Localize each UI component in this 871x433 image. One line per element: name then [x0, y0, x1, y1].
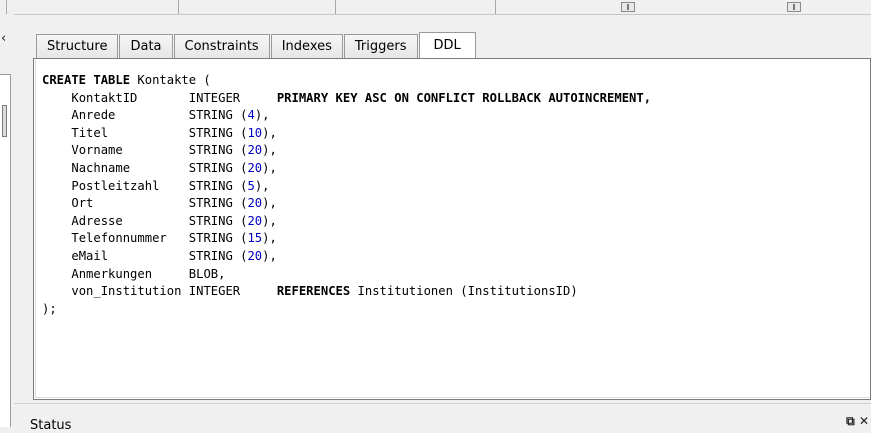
- ddl-column-name: Titel: [71, 125, 189, 140]
- ddl-column-type: STRING (: [188, 178, 248, 193]
- ddl-punct: ),: [254, 108, 270, 123]
- ddl-line: CREATE TABLE Kontakte (: [42, 72, 651, 90]
- ddl-indent: [42, 231, 71, 245]
- panel-controls: ⧉ ✕: [846, 414, 869, 429]
- ddl-code: CREATE TABLE Kontakte ( KontaktID INTEGE…: [42, 72, 651, 318]
- ddl-column-type: INTEGER: [188, 90, 277, 105]
- ddl-column-type: STRING (: [188, 160, 248, 175]
- scroll-thumb-icon[interactable]: [787, 2, 801, 12]
- ddl-line: Telefonnummer STRING (15),: [42, 230, 651, 248]
- ddl-indent: [42, 126, 71, 140]
- ddl-line: Anmerkungen BLOB,: [42, 266, 651, 284]
- ddl-column-name: Anrede: [71, 108, 189, 123]
- ddl-line: Postleitzahl STRING (5),: [42, 178, 651, 196]
- ddl-punct: ),: [262, 248, 277, 263]
- ddl-punct: ),: [262, 160, 277, 175]
- ddl-column-size: 20: [247, 143, 263, 158]
- tab-triggers[interactable]: Triggers: [343, 34, 418, 58]
- status-title: Status: [30, 418, 72, 433]
- ddl-keyword: REFERENCES: [276, 284, 351, 299]
- ddl-column-name: Nachname: [71, 160, 189, 175]
- ddl-punct: ),: [262, 213, 277, 228]
- ddl-column-type: STRING (: [188, 231, 248, 246]
- ddl-column-name: Vorname: [71, 143, 189, 158]
- ddl-editor[interactable]: CREATE TABLE Kontakte ( KontaktID INTEGE…: [33, 58, 871, 400]
- ddl-column-name: von_Institution: [71, 284, 189, 299]
- tab-ddl[interactable]: DDL: [418, 32, 476, 59]
- ddl-line: Vorname STRING (20),: [42, 142, 651, 160]
- ddl-indent: [42, 214, 71, 228]
- grid-header-fragment: [0, 0, 871, 15]
- ddl-column-type: STRING (: [188, 125, 248, 140]
- ddl-line: Titel STRING (10),: [42, 125, 651, 143]
- ddl-line: Adresse STRING (20),: [42, 213, 651, 231]
- ddl-column-name: Ort: [71, 196, 189, 211]
- ddl-punct: ),: [262, 196, 277, 211]
- ddl-line: von_Institution INTEGER REFERENCES Insti…: [42, 283, 651, 301]
- close-icon[interactable]: ✕: [859, 414, 869, 428]
- tab-data[interactable]: Data: [119, 34, 173, 58]
- ddl-column-name: Postleitzahl: [71, 178, 189, 193]
- ddl-constraint: PRIMARY KEY ASC ON CONFLICT ROLLBACK AUT…: [276, 90, 652, 105]
- ddl-column-type: INTEGER: [188, 284, 277, 299]
- ddl-column-size: 20: [247, 160, 263, 175]
- ddl-indent: [42, 91, 71, 105]
- ddl-column-type: STRING (: [188, 108, 248, 123]
- ddl-column-name: KontaktID: [71, 90, 189, 105]
- splitter-grip-icon[interactable]: [2, 105, 7, 137]
- ddl-column-type: STRING (: [188, 248, 248, 263]
- ddl-punct: ),: [262, 125, 277, 140]
- ddl-column-name: Anmerkungen: [71, 266, 189, 281]
- ddl-column-size: 10: [247, 125, 263, 140]
- ddl-column-size: 15: [247, 231, 263, 246]
- ddl-indent: [42, 196, 71, 210]
- ddl-keyword: CREATE TABLE: [42, 73, 131, 87]
- ddl-column-type: STRING (: [188, 213, 248, 228]
- tab-structure[interactable]: Structure: [36, 34, 119, 58]
- ddl-indent: [42, 284, 71, 298]
- ddl-punct: ),: [254, 178, 270, 193]
- column-divider: [495, 0, 496, 14]
- ddl-column-name: Adresse: [71, 213, 189, 228]
- chevron-left-icon[interactable]: ‹: [1, 32, 6, 45]
- column-divider: [6, 0, 7, 14]
- ddl-column-size: 20: [247, 248, 263, 263]
- ddl-punct: ),: [262, 231, 277, 246]
- ddl-line: KontaktID INTEGER PRIMARY KEY ASC ON CON…: [42, 90, 651, 108]
- column-divider: [335, 0, 336, 14]
- ddl-line: Anrede STRING (4),: [42, 107, 651, 125]
- ddl-column-name: Telefonnummer: [71, 231, 189, 246]
- ddl-column-type: STRING (: [188, 196, 248, 211]
- ddl-indent: [42, 108, 71, 122]
- ddl-line: Nachname STRING (20),: [42, 160, 651, 178]
- ddl-indent: [42, 249, 71, 263]
- ddl-indent: [42, 143, 71, 157]
- ddl-column-name: eMail: [71, 248, 189, 263]
- left-pane: [0, 74, 11, 427]
- status-panel: Status ⧉ ✕: [14, 403, 871, 433]
- ddl-column-size: 4: [247, 108, 255, 123]
- ddl-indent: [42, 179, 71, 193]
- scroll-thumb-icon[interactable]: [621, 2, 635, 12]
- ddl-column-size: 5: [247, 178, 255, 193]
- ddl-column-size: 20: [247, 196, 263, 211]
- ddl-punct: ),: [262, 143, 277, 158]
- tab-constraints[interactable]: Constraints: [173, 34, 270, 58]
- ddl-column-type: BLOB,: [188, 266, 226, 281]
- ddl-line: );: [42, 301, 651, 319]
- left-panel: ‹: [0, 14, 14, 428]
- tab-bar: Structure Data Constraints Indexes Trigg…: [36, 32, 477, 59]
- ddl-line: eMail STRING (20),: [42, 248, 651, 266]
- column-divider: [178, 0, 179, 14]
- ddl-table-name: Kontakte (: [130, 73, 211, 87]
- tab-indexes[interactable]: Indexes: [270, 34, 343, 58]
- ddl-reference: Institutionen (InstitutionsID): [350, 284, 578, 299]
- ddl-line: Ort STRING (20),: [42, 195, 651, 213]
- ddl-indent: [42, 267, 71, 281]
- float-icon[interactable]: ⧉: [846, 414, 855, 428]
- ddl-closing: );: [42, 301, 57, 316]
- ddl-indent: [42, 161, 71, 175]
- ddl-column-type: STRING (: [188, 143, 248, 158]
- ddl-column-size: 20: [247, 213, 263, 228]
